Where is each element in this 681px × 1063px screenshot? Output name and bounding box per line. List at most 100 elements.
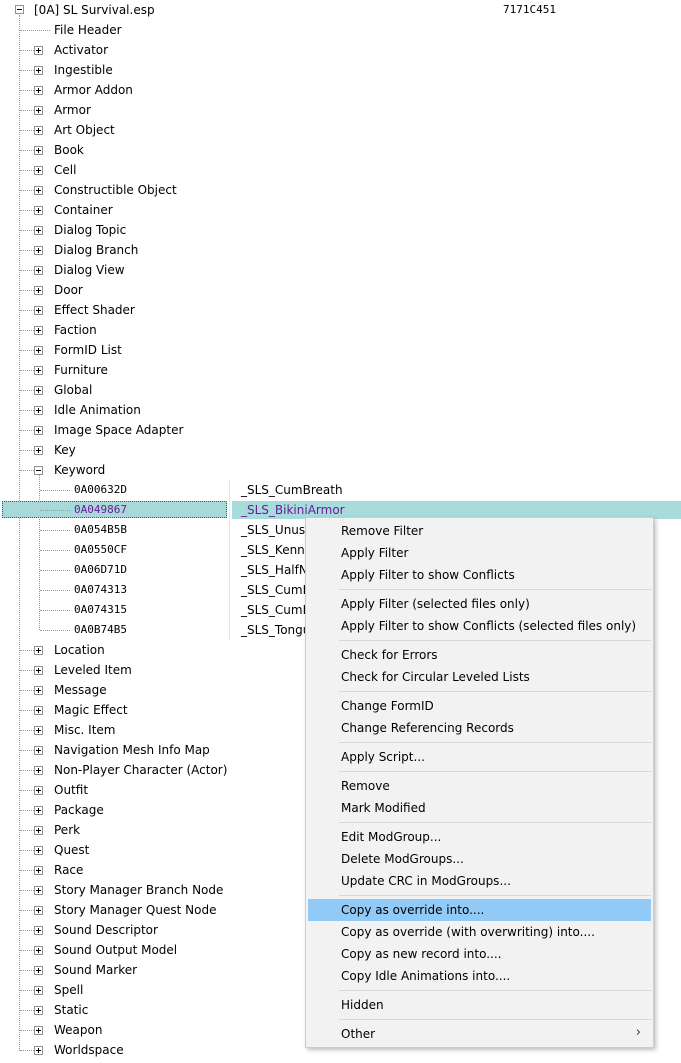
tree-group-row[interactable]: Dialog Branch: [0, 240, 681, 260]
tree-group-row[interactable]: File Header: [0, 20, 681, 40]
expand-icon[interactable]: [34, 1026, 43, 1035]
expand-icon[interactable]: [34, 126, 43, 135]
expand-icon[interactable]: [34, 246, 43, 255]
expand-icon[interactable]: [34, 746, 43, 755]
tree-group-row[interactable]: Activator: [0, 40, 681, 60]
context-menu-item[interactable]: Apply Filter: [308, 542, 651, 564]
context-menu-item[interactable]: Edit ModGroup...: [308, 826, 651, 848]
context-menu-item[interactable]: Apply Filter (selected files only): [308, 593, 651, 615]
tree-group-row[interactable]: Ingestible: [0, 60, 681, 80]
expand-icon[interactable]: [34, 686, 43, 695]
collapse-icon[interactable]: [34, 466, 43, 475]
expand-icon[interactable]: [34, 426, 43, 435]
expand-icon[interactable]: [34, 886, 43, 895]
tree-group-row[interactable]: Book: [0, 140, 681, 160]
context-menu-item[interactable]: Copy as new record into....: [308, 943, 651, 965]
expand-icon[interactable]: [34, 66, 43, 75]
tree-group-row[interactable]: Idle Animation: [0, 400, 681, 420]
tree-guide: [20, 290, 34, 291]
context-menu-item[interactable]: Update CRC in ModGroups...: [308, 870, 651, 892]
expand-icon[interactable]: [34, 646, 43, 655]
tree-group-row[interactable]: Armor: [0, 100, 681, 120]
tree-group-row[interactable]: Furniture: [0, 360, 681, 380]
context-menu-item[interactable]: Remove Filter: [308, 520, 651, 542]
context-menu-item[interactable]: Copy as override (with overwriting) into…: [308, 921, 651, 943]
context-menu[interactable]: Remove Filter Apply Filter Apply Filter to…: [305, 517, 654, 1048]
expand-icon[interactable]: [34, 86, 43, 95]
context-menu-item[interactable]: Apply Filter to show Conflicts: [308, 564, 651, 586]
expand-icon[interactable]: [34, 406, 43, 415]
collapse-icon[interactable]: [15, 5, 24, 14]
expand-icon[interactable]: [34, 846, 43, 855]
tree-guide: [20, 850, 34, 851]
menu-separator: [339, 640, 651, 641]
expand-icon[interactable]: [34, 946, 43, 955]
context-menu-item[interactable]: Check for Circular Leveled Lists: [308, 666, 651, 688]
tree-group-row[interactable]: Armor Addon: [0, 80, 681, 100]
tree-group-label: Message: [54, 683, 107, 697]
expand-icon[interactable]: [34, 106, 43, 115]
context-menu-item[interactable]: Hidden: [308, 994, 651, 1016]
context-menu-item[interactable]: Copy Idle Animations into....: [308, 965, 651, 987]
expand-icon[interactable]: [34, 1046, 43, 1055]
context-menu-item[interactable]: Change FormID: [308, 695, 651, 717]
expand-icon[interactable]: [34, 826, 43, 835]
tree-group-row[interactable]: Container: [0, 200, 681, 220]
tree-group-row[interactable]: Constructible Object: [0, 180, 681, 200]
tree-group-row[interactable]: Image Space Adapter: [0, 420, 681, 440]
context-menu-item[interactable]: Change Referencing Records: [308, 717, 651, 739]
expand-icon[interactable]: [34, 1006, 43, 1015]
column-divider: [229, 620, 230, 640]
expand-icon[interactable]: [34, 806, 43, 815]
tree-group-row[interactable]: Key: [0, 440, 681, 460]
expand-icon[interactable]: [34, 766, 43, 775]
context-menu-item[interactable]: Apply Script...: [308, 746, 651, 768]
context-menu-item[interactable]: Remove: [308, 775, 651, 797]
tree-group-row[interactable]: Effect Shader: [0, 300, 681, 320]
expand-icon[interactable]: [34, 666, 43, 675]
expand-icon[interactable]: [34, 146, 43, 155]
keyword-record-row[interactable]: 0A00632D _SLS_CumBreath: [0, 480, 681, 500]
tree-group-row[interactable]: Cell: [0, 160, 681, 180]
context-menu-item[interactable]: Other ›: [308, 1023, 651, 1045]
expand-icon[interactable]: [34, 366, 43, 375]
expand-icon[interactable]: [34, 986, 43, 995]
context-menu-item[interactable]: Mark Modified: [308, 797, 651, 819]
tree-group-row[interactable]: Global: [0, 380, 681, 400]
tree-group-row[interactable]: Faction: [0, 320, 681, 340]
context-menu-item[interactable]: Copy as override into....: [308, 899, 651, 921]
tree-group-label: Non-Player Character (Actor): [54, 763, 228, 777]
expand-icon[interactable]: [34, 206, 43, 215]
expand-icon[interactable]: [34, 226, 43, 235]
expand-icon[interactable]: [34, 266, 43, 275]
tree-guide: [20, 230, 34, 231]
expand-icon[interactable]: [34, 906, 43, 915]
tree-group-row[interactable]: Art Object: [0, 120, 681, 140]
expand-icon[interactable]: [34, 306, 43, 315]
tree-group-row[interactable]: Door: [0, 280, 681, 300]
expand-icon[interactable]: [34, 346, 43, 355]
context-menu-item[interactable]: Delete ModGroups...: [308, 848, 651, 870]
expand-icon[interactable]: [34, 786, 43, 795]
tree-group-row[interactable]: Keyword: [0, 460, 681, 480]
tree-group-row[interactable]: Dialog Topic: [0, 220, 681, 240]
tree-guide: [20, 950, 34, 951]
expand-icon[interactable]: [34, 726, 43, 735]
tree-root-row[interactable]: [0A] SL Survival.esp 7171C451: [0, 0, 681, 20]
expand-icon[interactable]: [34, 326, 43, 335]
expand-icon[interactable]: [34, 386, 43, 395]
expand-icon[interactable]: [34, 46, 43, 55]
expand-icon[interactable]: [34, 286, 43, 295]
context-menu-item[interactable]: Check for Errors: [308, 644, 651, 666]
expand-icon[interactable]: [34, 866, 43, 875]
expand-icon[interactable]: [34, 446, 43, 455]
tree-group-row[interactable]: FormID List: [0, 340, 681, 360]
expand-icon[interactable]: [34, 926, 43, 935]
expand-icon[interactable]: [34, 186, 43, 195]
expand-icon[interactable]: [34, 166, 43, 175]
menu-item-label: Other: [341, 1027, 376, 1041]
expand-icon[interactable]: [34, 706, 43, 715]
expand-icon[interactable]: [34, 966, 43, 975]
tree-group-row[interactable]: Dialog View: [0, 260, 681, 280]
context-menu-item[interactable]: Apply Filter to show Conflicts (selected…: [308, 615, 651, 637]
